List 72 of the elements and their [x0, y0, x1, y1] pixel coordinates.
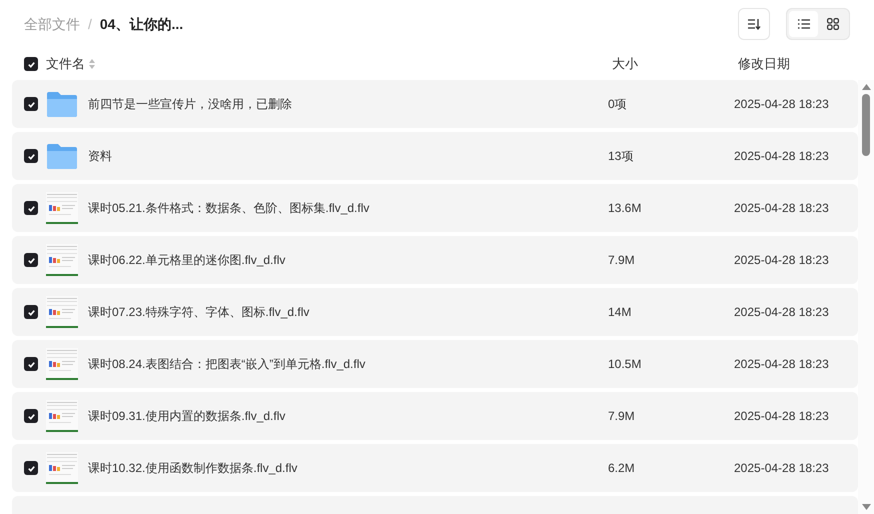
modified-date: 2025-04-28 18:23	[734, 200, 830, 217]
modified-date: 2025-04-28 18:23	[734, 408, 830, 425]
modified-date: 2025-04-28 18:23	[734, 252, 830, 269]
spreadsheet-thumbnail	[46, 348, 78, 380]
sort-icon	[747, 18, 761, 30]
scroll-down-icon[interactable]	[862, 504, 870, 510]
spreadsheet-thumbnail	[46, 452, 78, 484]
checkbox[interactable]	[24, 253, 38, 267]
file-row[interactable]: 资料 13项 2025-04-28 18:23	[12, 132, 858, 180]
file-size: 6.2M	[608, 460, 636, 477]
check-icon	[26, 100, 36, 108]
grid-icon	[826, 18, 838, 30]
list-view-button[interactable]	[789, 11, 818, 37]
checkbox[interactable]	[24, 461, 38, 475]
sort-button[interactable]	[738, 8, 770, 40]
checkbox[interactable]	[24, 97, 38, 111]
spreadsheet-thumbnail	[46, 192, 78, 224]
modified-date: 2025-04-28 18:23	[734, 356, 830, 373]
sort-icon	[89, 59, 95, 69]
file-row[interactable]: 课时05.21.条件格式：数据条、色阶、图标集.flv_d.flv 13.6M 2025-04-28 18:23	[12, 184, 858, 232]
file-name: 前四节是一些宣传片，没啥用，已删除	[88, 96, 293, 113]
check-icon	[26, 152, 36, 160]
checkbox[interactable]	[24, 57, 38, 71]
check-icon	[26, 256, 36, 264]
modified-date: 2025-04-28 18:23	[734, 96, 830, 113]
file-size: 14M	[608, 304, 632, 321]
check-icon	[26, 204, 36, 212]
column-header[interactable]: 修改日期	[738, 54, 862, 74]
column-header[interactable]: 文件名	[46, 54, 85, 74]
folder-icon	[46, 90, 78, 118]
breadcrumb-separator: /	[88, 14, 92, 34]
file-name: 课时10.32.使用函数制作数据条.flv_d.flv	[88, 460, 298, 477]
file-name: 课时08.24.表图结合：把图表“嵌入”到单元格.flv_d.flv	[88, 356, 366, 373]
spreadsheet-thumbnail	[46, 296, 78, 328]
check-icon	[26, 412, 36, 420]
file-size: 0项	[608, 96, 628, 113]
file-row[interactable]: 课时09.31.使用内置的数据条.flv_d.flv 7.9M 2025-04-28 18:23	[12, 392, 858, 440]
folder-icon	[46, 142, 78, 170]
file-size: 7.9M	[608, 252, 636, 269]
file-name: 资料	[88, 148, 113, 165]
spreadsheet-thumbnail	[46, 400, 78, 432]
spreadsheet-thumbnail	[46, 244, 78, 276]
check-icon	[26, 464, 36, 472]
file-row[interactable]: 前四节是一些宣传片，没啥用，已删除 0项 2025-04-28 18:23	[12, 80, 858, 128]
file-row[interactable]: 课时10.32.使用函数制作数据条.flv_d.flv 6.2M 2025-04-28 18:23	[12, 444, 858, 492]
file-size: 10.5M	[608, 356, 642, 373]
file-size: 7.9M	[608, 408, 636, 425]
file-size: 13.6M	[608, 200, 642, 217]
check-icon	[26, 360, 36, 368]
file-name: 课时09.31.使用内置的数据条.flv_d.flv	[88, 408, 286, 425]
file-row[interactable]: 课时06.22.单元格里的迷你图.flv_d.flv 7.9M 2025-04-28 18:23	[12, 236, 858, 284]
modified-date: 2025-04-28 18:23	[734, 304, 830, 321]
check-icon	[26, 60, 36, 68]
file-row[interactable]: 课时07.23.特殊字符、字体、图标.flv_d.flv 14M 2025-04-28 18:23	[12, 288, 858, 336]
checkbox[interactable]	[24, 305, 38, 319]
column-header[interactable]: 大小	[612, 54, 738, 74]
checkbox[interactable]	[24, 357, 38, 371]
modified-date: 2025-04-28 18:23	[734, 148, 830, 165]
list-icon	[798, 19, 810, 29]
breadcrumb-current: 04、让你的...	[100, 14, 184, 34]
file-name: 课时07.23.特殊字符、字体、图标.flv_d.flv	[88, 304, 310, 321]
scroll-thumb[interactable]	[862, 94, 870, 156]
scroll-up-icon[interactable]	[862, 84, 870, 90]
file-row[interactable]: 课时08.24.表图结合：把图表“嵌入”到单元格.flv_d.flv 10.5M 2025-04-28 18:23	[12, 340, 858, 388]
checkbox[interactable]	[24, 409, 38, 423]
modified-date: 2025-04-28 18:23	[734, 460, 830, 477]
file-name: 课时06.22.单元格里的迷你图.flv_d.flv	[88, 252, 286, 269]
checkbox[interactable]	[24, 149, 38, 163]
check-icon	[26, 308, 36, 316]
file-size: 13项	[608, 148, 634, 165]
checkbox[interactable]	[24, 201, 38, 215]
file-name: 课时05.21.条件格式：数据条、色阶、图标集.flv_d.flv	[88, 200, 370, 217]
